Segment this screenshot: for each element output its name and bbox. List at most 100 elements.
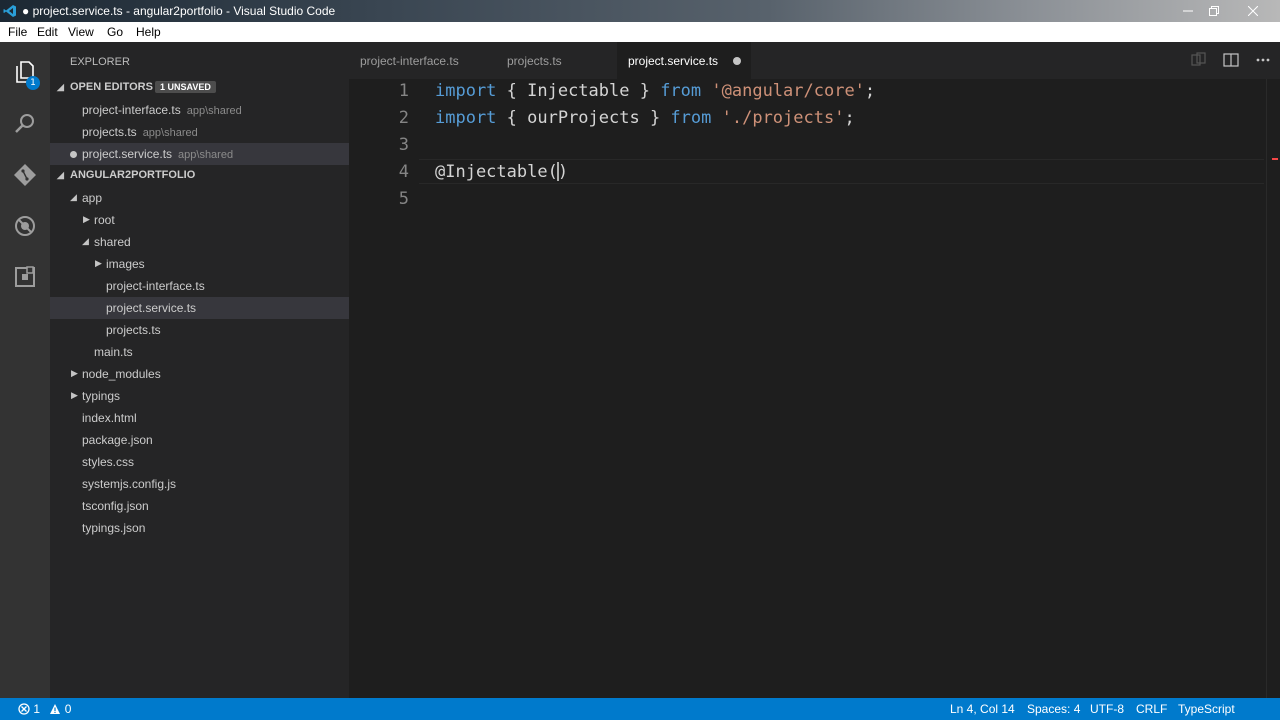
tree-folder-images[interactable]: ▶ images — [50, 253, 349, 275]
sidebar-title: EXPLORER — [70, 56, 130, 68]
code-line[interactable]: import { Injectable } from '@angular/cor… — [435, 81, 875, 101]
tree-item-label: images — [106, 257, 145, 271]
tab-project-service[interactable]: project.service.ts — [617, 42, 751, 79]
open-editor-item-active[interactable]: project.service.ts app\shared — [50, 143, 349, 165]
project-folder-header[interactable]: ◢ ANGULAR2PORTFOLIO — [50, 165, 349, 187]
chevron-down-icon: ◢ — [57, 82, 64, 92]
tree-folder-app[interactable]: ◢ app — [50, 187, 349, 209]
git-icon — [14, 164, 36, 186]
tree-file[interactable]: systemjs.config.js — [50, 473, 349, 495]
open-changes-icon[interactable] — [1191, 52, 1207, 68]
tree-file[interactable]: tsconfig.json — [50, 495, 349, 517]
tree-item-label: index.html — [82, 411, 137, 425]
cursor-position[interactable]: Ln 4, Col 14 — [950, 702, 1015, 716]
indentation[interactable]: Spaces: 4 — [1027, 702, 1080, 716]
title-bar: ● project.service.ts - angular2portfolio… — [0, 0, 1280, 22]
editor-area: project-interface.ts projects.ts project… — [349, 42, 1280, 698]
extensions-icon — [15, 266, 35, 287]
tree-file[interactable]: index.html — [50, 407, 349, 429]
activity-explorer[interactable]: 1 — [0, 48, 50, 96]
line-number: 3 — [398, 135, 409, 155]
tree-item-label: styles.css — [82, 455, 135, 469]
language-mode[interactable]: TypeScript — [1178, 702, 1235, 716]
code-token: import — [435, 108, 497, 128]
open-editor-path: app\shared — [186, 105, 242, 117]
encoding[interactable]: UTF-8 — [1090, 702, 1124, 716]
menu-go[interactable]: Go — [107, 25, 123, 39]
tab-project-interface[interactable]: project-interface.ts — [349, 42, 483, 79]
tree-file[interactable]: projects.ts — [50, 319, 349, 341]
line-number: 4 — [398, 162, 409, 182]
close-window-button[interactable] — [1237, 0, 1269, 22]
open-editor-name: projects.ts — [82, 125, 137, 139]
tree-item-label: systemjs.config.js — [82, 477, 177, 491]
tree-file[interactable]: styles.css — [50, 451, 349, 473]
vscode-logo-icon — [3, 5, 16, 17]
open-editor-item[interactable]: projects.ts app\shared — [50, 121, 349, 143]
explorer-sidebar: EXPLORER ◢ OPEN EDITORS 1 UNSAVED projec… — [50, 42, 349, 698]
open-editors-header[interactable]: ◢ OPEN EDITORS 1 UNSAVED — [50, 77, 349, 99]
tree-file[interactable]: typings.json — [50, 517, 349, 539]
modified-dot-icon[interactable] — [70, 151, 77, 158]
status-bar: 1 0 Ln 4, Col 14 Spaces: 4 UTF-8 CRLF Ty… — [0, 698, 1280, 720]
minimize-icon — [1183, 10, 1193, 12]
unsaved-badge: 1 UNSAVED — [155, 81, 216, 93]
menu-file[interactable]: File — [8, 25, 27, 39]
code-token: { Injectable } — [496, 81, 661, 101]
code-editor[interactable]: 1 import { Injectable } from '@angular/co… — [349, 79, 1280, 698]
editor-scrollbar[interactable] — [1266, 79, 1280, 698]
tree-file[interactable]: project-interface.ts — [50, 275, 349, 297]
tab-label: project.service.ts — [628, 54, 719, 68]
tree-item-label: node_modules — [82, 367, 161, 381]
tree-folder-root[interactable]: ▶ root — [50, 209, 349, 231]
warning-icon — [50, 704, 61, 714]
code-token: './projects' — [721, 108, 845, 128]
tree-item-label: root — [94, 213, 115, 227]
tree-item-label: tsconfig.json — [82, 499, 149, 513]
menu-edit[interactable]: Edit — [37, 25, 58, 39]
line-number: 5 — [398, 189, 409, 209]
code-token: { ourProjects } — [496, 108, 671, 128]
window-title: ● project.service.ts - angular2portfolio… — [22, 4, 336, 18]
modified-dot-icon[interactable] — [733, 57, 741, 65]
code-line[interactable]: @Injectable() — [435, 162, 568, 182]
tree-folder-shared[interactable]: ◢ shared — [50, 231, 349, 253]
tree-item-label: main.ts — [94, 345, 133, 359]
tree-folder-node-modules[interactable]: ▶ node_modules — [50, 363, 349, 385]
activity-search[interactable] — [0, 100, 50, 148]
tree-file[interactable]: package.json — [50, 429, 349, 451]
more-actions-icon[interactable] — [1255, 52, 1271, 68]
open-editor-item[interactable]: project-interface.ts app\shared — [50, 99, 349, 121]
activity-extensions[interactable] — [0, 253, 50, 301]
open-editors-label: OPEN EDITORS — [70, 81, 153, 93]
tree-file[interactable]: main.ts — [50, 341, 349, 363]
tree-item-label: package.json — [82, 433, 153, 447]
code-token: ; — [864, 81, 876, 101]
menu-help[interactable]: Help — [136, 25, 161, 39]
menu-view[interactable]: View — [68, 25, 94, 39]
chevron-down-icon: ◢ — [70, 192, 77, 202]
tree-item-label: typings.json — [82, 521, 146, 535]
restore-button[interactable] — [1198, 0, 1230, 22]
tab-label: project-interface.ts — [360, 54, 459, 68]
error-icon — [18, 703, 30, 715]
code-line[interactable]: import { ourProjects } from './projects'… — [435, 108, 855, 128]
tab-label: projects.ts — [507, 54, 562, 68]
split-editor-icon[interactable] — [1223, 52, 1239, 68]
tree-item-label: typings — [82, 389, 121, 403]
chevron-right-icon: ▶ — [95, 258, 102, 268]
code-token: import — [435, 81, 497, 101]
code-token: ; — [844, 108, 855, 128]
explorer-badge: 1 — [26, 76, 40, 90]
tree-file-selected[interactable]: project.service.ts — [50, 297, 349, 319]
tab-projects[interactable]: projects.ts — [483, 42, 617, 79]
activity-debug[interactable] — [0, 202, 50, 250]
error-count: 1 — [33, 702, 41, 716]
problems-indicator[interactable]: 1 0 — [18, 702, 71, 716]
activity-git[interactable] — [0, 151, 50, 199]
code-token: '@angular/core' — [711, 81, 865, 101]
tree-folder-typings[interactable]: ▶ typings — [50, 385, 349, 407]
project-folder-label: ANGULAR2PORTFOLIO — [70, 169, 196, 181]
line-ending[interactable]: CRLF — [1136, 702, 1167, 716]
